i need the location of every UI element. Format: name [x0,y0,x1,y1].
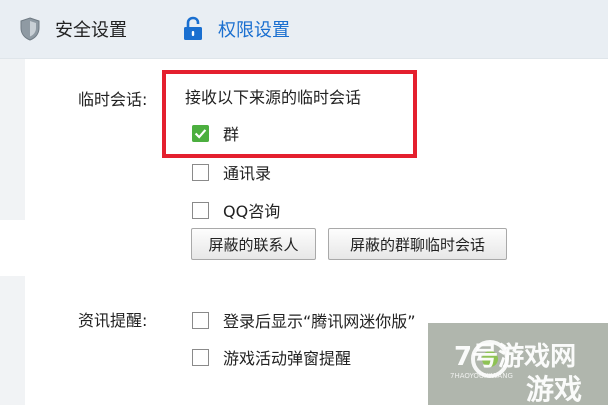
tab-permission-settings[interactable]: 权限设置 [180,0,290,58]
checkbox-box[interactable] [192,311,209,329]
blocked-contacts-button[interactable]: 屏蔽的联系人 [191,228,316,260]
highlight-annotation-box [162,70,417,158]
watermark-text-main: 7号游戏网 [454,342,576,372]
side-strip [0,276,25,405]
checkbox-contacts[interactable]: 通讯录 [192,160,271,184]
checkbox-box[interactable] [192,348,209,366]
checkbox-label: 通讯录 [223,164,272,183]
watermark-text-game: 游戏 [526,373,582,405]
tab-label: 权限设置 [218,20,290,41]
watermark-text-small: 7HAOYOUXIWANG [450,372,513,380]
shield-icon [17,16,43,42]
checkbox-box[interactable] [192,163,209,181]
blocked-group-chats-button[interactable]: 屏蔽的群聊临时会话 [328,228,507,260]
side-strip [0,59,25,220]
checkbox-label: 游戏活动弹窗提醒 [223,349,352,368]
checkbox-show-mini-news[interactable]: 登录后显示“腾讯网迷你版” [192,308,416,332]
tab-label: 安全设置 [55,20,127,41]
checkbox-game-popup[interactable]: 游戏活动弹窗提醒 [192,345,351,369]
checkbox-qq-consult[interactable]: QQ咨询 [192,198,280,222]
top-tab-bar: 安全设置 权限设置 [0,0,608,59]
checkbox-box[interactable] [192,201,209,219]
checkbox-label: QQ咨询 [223,202,281,221]
temp-chat-section-label: 临时会话: [78,90,148,109]
news-section-label: 资讯提醒: [78,311,148,330]
lock-icon [180,16,206,42]
checkbox-label: 登录后显示“腾讯网迷你版” [223,312,416,331]
tab-security-settings[interactable]: 安全设置 [17,0,127,58]
watermark-logo: 7号游戏网 7HAOYOUXIWANG 游戏 [428,323,608,406]
